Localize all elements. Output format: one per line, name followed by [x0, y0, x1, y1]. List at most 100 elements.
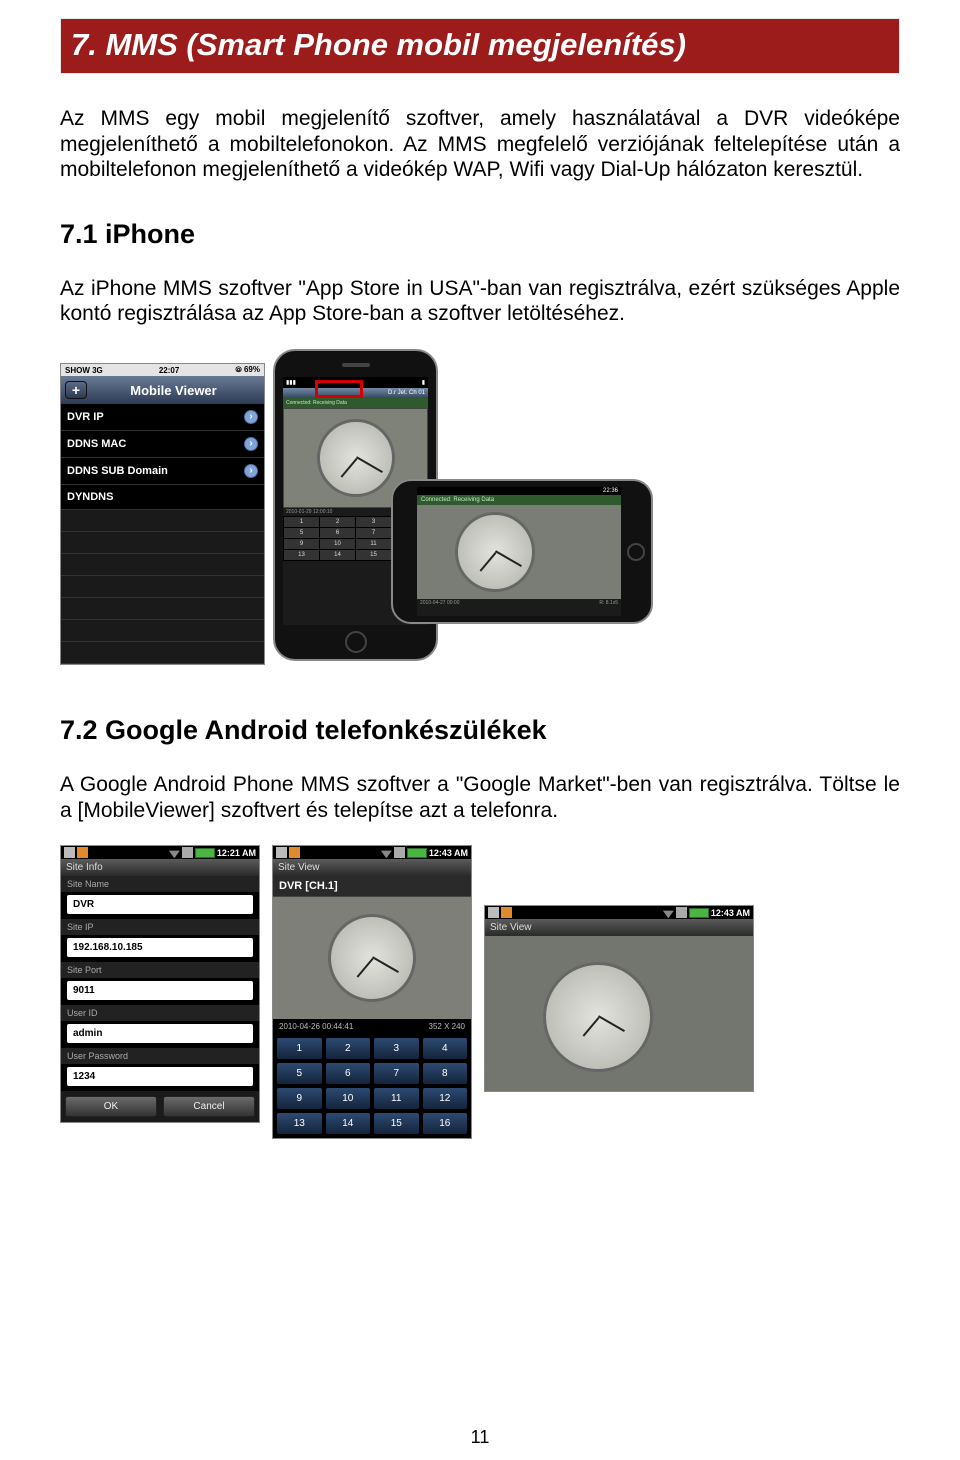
channel-key[interactable]: 1 [277, 1038, 322, 1059]
ok-button[interactable]: OK [65, 1096, 157, 1117]
channel-key[interactable]: 1 [284, 517, 319, 527]
channel-key[interactable]: 8 [423, 1063, 468, 1084]
channel-key[interactable]: 6 [326, 1063, 371, 1084]
channel-key[interactable]: 7 [356, 528, 391, 538]
status-bar: 22:36 [417, 487, 621, 495]
list-item[interactable]: DYNDNS [61, 485, 264, 510]
empty-row [61, 554, 264, 576]
clock-label: 12:43 AM [711, 908, 750, 918]
status-bar: 12:43 AM [485, 906, 753, 919]
nav-bar: + Mobile Viewer [61, 376, 264, 404]
empty-row [61, 576, 264, 598]
heading-7-2: 7.2 Google Android telefonkészülékek [60, 715, 900, 746]
channel-key[interactable]: 6 [320, 528, 355, 538]
clock-label: 12:21 AM [217, 848, 256, 858]
field-label: User ID [61, 1005, 259, 1021]
airplane-icon [182, 847, 193, 858]
cancel-button[interactable]: Cancel [163, 1096, 255, 1117]
datetime-label: 2010-04-27 00:00 [420, 600, 459, 606]
warning-icon [289, 847, 300, 858]
channel-key[interactable]: 7 [374, 1063, 419, 1084]
clock-label: 22:36 [603, 488, 618, 494]
channel-key[interactable]: 14 [326, 1113, 371, 1134]
site-ip-field[interactable]: 192.168.10.185 [67, 938, 253, 957]
site-port-field[interactable]: 9011 [67, 981, 253, 1000]
iphone-devices: ▮▮▮ ▮ D.r Jet. Ch 01 Connected: Receivin… [273, 349, 653, 679]
video-preview-clock [485, 936, 753, 1091]
airplane-icon [676, 907, 687, 918]
resolution-label: R: 8.1x5 [599, 600, 618, 606]
para-7-1: Az iPhone MMS szoftver "App Store in USA… [60, 276, 900, 327]
channel-key[interactable]: 14 [320, 550, 355, 560]
iphone-images-row: SHOW 3G 22:07 ⦾ 69% + Mobile Viewer DVR … [60, 349, 900, 679]
channel-key[interactable]: 15 [374, 1113, 419, 1134]
clock-icon [455, 512, 535, 592]
channel-key[interactable]: 15 [356, 550, 391, 560]
datetime-label: 2010-01-29 12:00:10 [286, 509, 332, 515]
site-name-field[interactable]: DVR [67, 895, 253, 914]
add-button[interactable]: + [65, 381, 87, 399]
android-images-row: 12:21 AM Site Info Site Name DVR Site IP… [60, 845, 900, 1139]
iphone-mobileviewer-card: SHOW 3G 22:07 ⦾ 69% + Mobile Viewer DVR … [60, 363, 265, 665]
app-icon [276, 847, 287, 858]
list-item[interactable]: DVR IP › [61, 404, 264, 431]
section-7-intro: Az MMS egy mobil megjelenítő szoftver, a… [60, 106, 900, 183]
empty-row [61, 532, 264, 554]
heading-7-1: 7.1 iPhone [60, 219, 900, 250]
clock-icon [317, 419, 395, 497]
user-id-field[interactable]: admin [67, 1024, 253, 1043]
status-label: Connected: Receiving Data [283, 398, 428, 408]
empty-row [61, 510, 264, 532]
channel-key[interactable]: 2 [320, 517, 355, 527]
channel-keypad: 1 2 3 4 5 6 7 8 9 10 11 12 13 14 15 16 [273, 1034, 471, 1138]
channel-label: DVR [CH.1] [273, 876, 471, 897]
para-7-2: A Google Android Phone MMS szoftver a "G… [60, 772, 900, 823]
channel-key[interactable]: 13 [284, 550, 319, 560]
channel-key[interactable]: 5 [284, 528, 319, 538]
chevron-right-icon: › [244, 437, 258, 451]
empty-row [61, 598, 264, 620]
empty-row [61, 620, 264, 642]
wifi-icon [169, 847, 180, 858]
channel-key[interactable]: 9 [284, 539, 319, 549]
home-button-icon[interactable] [345, 631, 367, 653]
channel-key[interactable]: 13 [277, 1113, 322, 1134]
channel-key[interactable]: 11 [356, 539, 391, 549]
home-button-icon[interactable] [627, 543, 645, 561]
channel-key[interactable]: 2 [326, 1038, 371, 1059]
android-siteinfo-card: 12:21 AM Site Info Site Name DVR Site IP… [60, 845, 260, 1123]
page-number: 11 [471, 1427, 490, 1448]
battery-icon [407, 848, 427, 858]
channel-key[interactable]: 12 [423, 1088, 468, 1109]
channel-key[interactable]: 10 [320, 539, 355, 549]
footer-row: 2010-04-27 00:00 R: 8.1x5 [417, 599, 621, 607]
signal-icon: ▮▮▮ [286, 379, 296, 386]
screen-title: Site View [485, 919, 753, 936]
field-label: User Password [61, 1048, 259, 1064]
channel-key[interactable]: 9 [277, 1088, 322, 1109]
user-password-field[interactable]: 1234 [67, 1067, 253, 1086]
channel-key[interactable]: 16 [423, 1113, 468, 1134]
list-label: DDNS SUB Domain [67, 465, 168, 477]
screen-title: Site Info [61, 859, 259, 876]
status-bar: 12:21 AM [61, 846, 259, 859]
clock-label: 12:43 AM [429, 848, 468, 858]
list-item[interactable]: DDNS MAC › [61, 431, 264, 458]
chevron-right-icon: › [244, 464, 258, 478]
channel-key[interactable]: 10 [326, 1088, 371, 1109]
chevron-right-icon: › [244, 410, 258, 424]
app-icon [64, 847, 75, 858]
clock-icon [543, 962, 653, 1072]
channel-key[interactable]: 4 [423, 1038, 468, 1059]
carrier-label: SHOW 3G [65, 366, 103, 375]
battery-icon [689, 908, 709, 918]
status-bar: 12:43 AM [273, 846, 471, 859]
channel-key[interactable]: 3 [374, 1038, 419, 1059]
channel-key[interactable]: 11 [374, 1088, 419, 1109]
battery-label: ⦾ 69% [235, 365, 260, 375]
highlight-box [315, 380, 363, 398]
channel-key[interactable]: 3 [356, 517, 391, 527]
channel-key[interactable]: 5 [277, 1063, 322, 1084]
list-item[interactable]: DDNS SUB Domain › [61, 458, 264, 485]
section-7-header: 7. MMS (Smart Phone mobil megjelenítés) [60, 18, 900, 74]
